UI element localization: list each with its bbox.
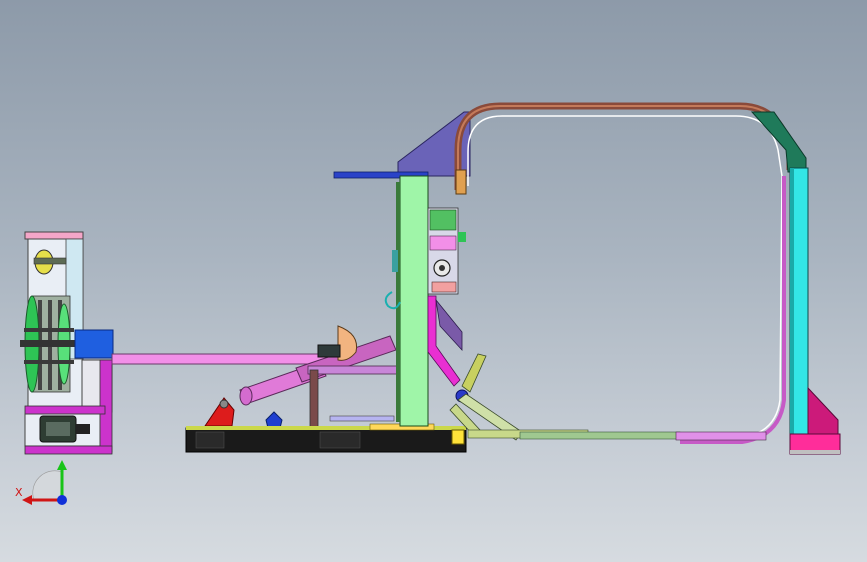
right-gusset	[807, 386, 839, 437]
right-column[interactable]	[750, 111, 841, 455]
main-column[interactable]	[333, 111, 471, 427]
lower-arms	[449, 353, 589, 441]
base-skid[interactable]	[185, 423, 467, 453]
skid-end-plate	[451, 429, 465, 445]
loop-bottom-rail	[519, 431, 681, 440]
cad-viewport[interactable]	[0, 0, 867, 562]
support-post	[309, 369, 319, 429]
control-panel	[427, 207, 466, 295]
winder-unit[interactable]	[20, 231, 114, 455]
motor-coupling	[76, 424, 90, 434]
loop-frame[interactable]	[454, 102, 794, 444]
loop-outer	[454, 102, 794, 190]
guide-rail[interactable]	[111, 353, 343, 365]
support-beam	[307, 365, 401, 375]
rail-slider	[329, 415, 395, 422]
cylinder-mount	[204, 397, 235, 427]
z-axis-dot	[57, 495, 67, 505]
winder-top-cap	[24, 231, 84, 240]
loop-inner-guide	[467, 115, 783, 437]
coordinate-triad: X	[15, 460, 67, 505]
column-body	[399, 175, 429, 427]
loop-end-clip	[455, 169, 467, 195]
motor-base	[24, 405, 106, 415]
winder-base	[24, 445, 113, 455]
blue-clamp	[265, 411, 283, 429]
clamp-block	[317, 344, 341, 358]
x-axis-label: X	[15, 486, 23, 499]
reel-assembly	[20, 295, 78, 393]
spindle-box[interactable]	[74, 329, 114, 359]
right-top-bracket	[750, 111, 807, 173]
loop-bottom-rail-right	[675, 431, 767, 441]
side-bar	[392, 250, 398, 272]
upper-spool-rod	[33, 257, 67, 265]
loop-lower-right	[680, 176, 786, 444]
purple-link	[435, 298, 463, 352]
lift-assembly[interactable]	[204, 325, 401, 429]
triad-backplane	[32, 470, 63, 501]
